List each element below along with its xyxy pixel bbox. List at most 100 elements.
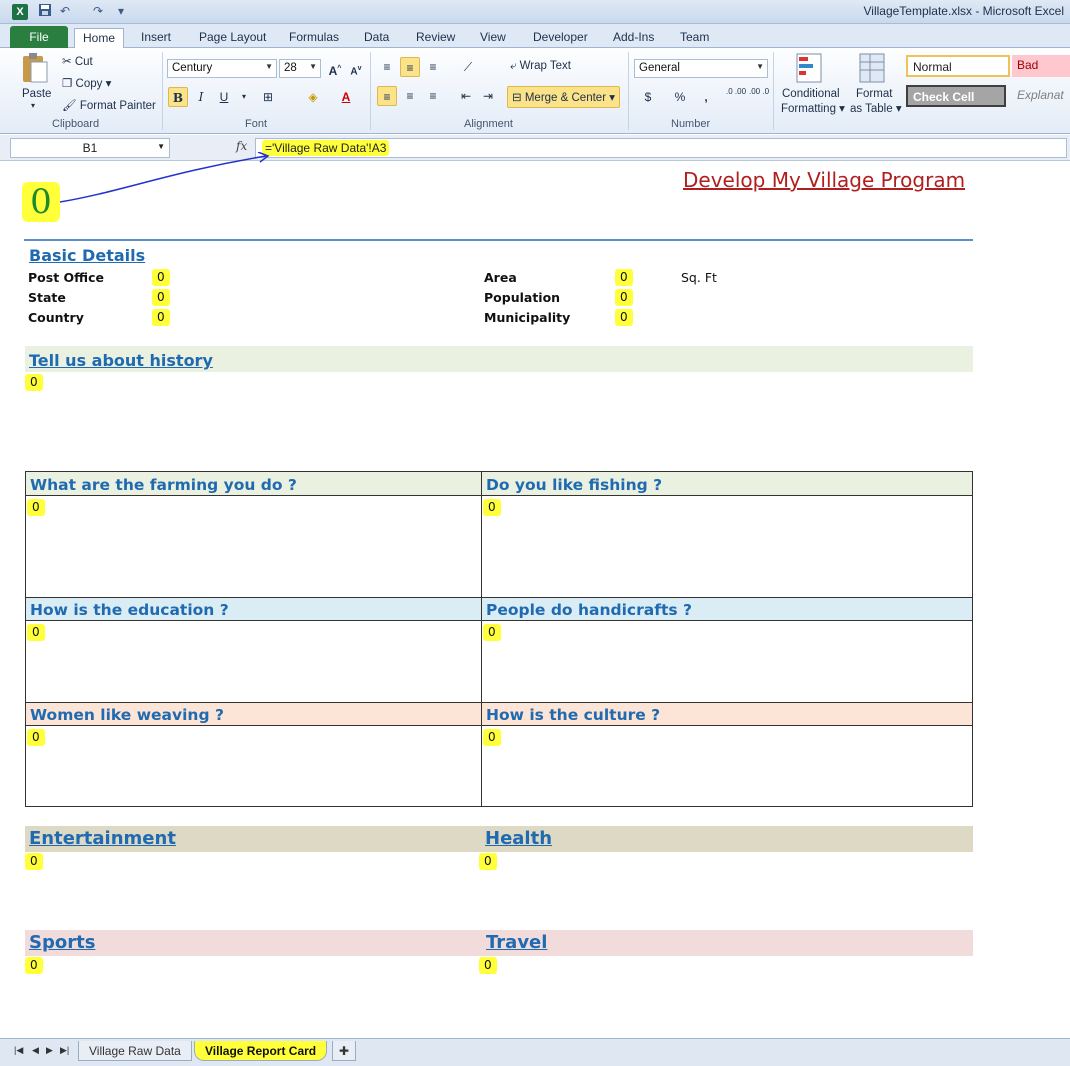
prev-sheet-icon[interactable]: ◀	[32, 1045, 39, 1056]
underline-button[interactable]: U	[214, 87, 234, 107]
population-label: Population	[484, 290, 561, 305]
tab-review[interactable]: Review	[408, 28, 463, 48]
last-sheet-icon[interactable]: ▶|	[60, 1045, 69, 1056]
post-office-value[interactable]: 0	[152, 269, 170, 286]
travel-value[interactable]: 0	[479, 957, 497, 974]
style-bad[interactable]: Bad	[1012, 55, 1070, 77]
align-center-icon[interactable]: ≡	[400, 86, 420, 106]
culture-value[interactable]: 0	[483, 729, 501, 746]
tab-home[interactable]: Home	[74, 28, 125, 49]
style-explanatory[interactable]: Explanat	[1012, 85, 1070, 107]
brush-icon: 🖌	[62, 100, 77, 112]
conditional-formatting-icon[interactable]	[795, 52, 825, 87]
comma-button[interactable]: ,	[696, 87, 716, 107]
tab-team[interactable]: Team	[672, 28, 717, 48]
population-value[interactable]: 0	[615, 289, 633, 306]
wrap-text-button[interactable]: ⤶ Wrap Text	[510, 60, 571, 73]
tab-developer[interactable]: Developer	[525, 28, 596, 48]
paste-label[interactable]: Paste	[22, 88, 51, 100]
align-bottom-icon[interactable]: ≡	[423, 57, 443, 77]
table-divider	[481, 471, 482, 807]
grow-font-icon[interactable]: A^	[325, 59, 345, 79]
save-icon[interactable]	[38, 3, 52, 20]
decrease-indent-icon[interactable]: ⇤	[456, 86, 476, 106]
increase-decimal-button[interactable]: .0 .00	[726, 87, 746, 107]
municipality-label: Municipality	[484, 310, 571, 325]
tab-data[interactable]: Data	[356, 28, 397, 48]
format-as-table-icon[interactable]	[858, 52, 888, 87]
format-label[interactable]: Format	[856, 88, 892, 100]
align-right-icon[interactable]: ≡	[423, 86, 443, 106]
borders-icon[interactable]: ⊞	[258, 87, 278, 107]
customize-toolbar-icon[interactable]: ▾	[118, 3, 124, 20]
format-as-table-label[interactable]: as Table ▾	[850, 101, 902, 115]
copy-button[interactable]: ❐ Copy ▾	[62, 76, 111, 90]
shrink-font-icon[interactable]: Av	[346, 59, 366, 79]
underline-dropdown-icon[interactable]: ▾	[234, 87, 254, 107]
currency-button[interactable]: $	[638, 87, 658, 107]
redo-icon[interactable]: ↷	[93, 3, 103, 20]
cell-b1-value[interactable]: 0	[22, 182, 60, 222]
merge-center-button[interactable]: ⊟ Merge & Center ▾	[507, 86, 620, 108]
tab-add-ins[interactable]: Add-Ins	[605, 28, 662, 48]
country-value[interactable]: 0	[152, 309, 170, 326]
entertainment-value[interactable]: 0	[25, 853, 43, 870]
merge-center-label: Merge & Center	[524, 92, 607, 104]
handicrafts-value[interactable]: 0	[483, 624, 501, 641]
tab-file[interactable]: File	[10, 26, 68, 48]
fill-color-icon[interactable]: ◈	[303, 87, 323, 107]
conditional-formatting-label[interactable]: Conditional	[782, 88, 840, 100]
italic-button[interactable]: I	[191, 87, 211, 107]
style-normal[interactable]: Normal	[906, 55, 1010, 77]
scissors-icon: ✂	[62, 56, 72, 68]
font-color-icon[interactable]: A	[336, 87, 356, 107]
weaving-value[interactable]: 0	[27, 729, 45, 746]
font-name-select[interactable]: Century ▼	[167, 59, 277, 78]
first-sheet-icon[interactable]: |◀	[14, 1045, 23, 1056]
history-value[interactable]: 0	[25, 374, 43, 391]
tab-insert[interactable]: Insert	[133, 28, 179, 48]
number-format-select[interactable]: General ▼	[634, 59, 768, 78]
align-top-icon[interactable]: ≡	[377, 57, 397, 77]
cut-button[interactable]: ✂ Cut	[62, 54, 93, 68]
insert-function-icon[interactable]: fx	[236, 139, 247, 153]
report-title: Develop My Village Program	[683, 168, 966, 192]
copy-icon: ❐	[62, 78, 73, 90]
municipality-value[interactable]: 0	[615, 309, 633, 326]
paste-button[interactable]	[20, 52, 50, 87]
education-value[interactable]: 0	[27, 624, 45, 641]
travel-heading: Travel	[486, 932, 548, 953]
decrease-decimal-button[interactable]: .00 .0	[749, 87, 769, 107]
farming-value[interactable]: 0	[27, 499, 45, 516]
worksheet[interactable]: 0 Develop My Village Program Basic Detai…	[0, 152, 1070, 1038]
paste-dropdown-icon[interactable]: ▾	[31, 101, 35, 110]
tab-formulas[interactable]: Formulas	[281, 28, 347, 48]
health-value[interactable]: 0	[479, 853, 497, 870]
format-painter-button[interactable]: 🖌 Format Painter	[62, 98, 156, 112]
insert-sheet-icon[interactable]: ✚	[332, 1041, 357, 1061]
state-value[interactable]: 0	[152, 289, 170, 306]
area-value[interactable]: 0	[615, 269, 633, 286]
increase-indent-icon[interactable]: ⇥	[478, 86, 498, 106]
align-middle-icon[interactable]: ≡	[400, 57, 420, 77]
excel-app-icon[interactable]: X	[12, 4, 28, 20]
group-separator	[162, 52, 163, 130]
percent-button[interactable]: %	[670, 87, 690, 107]
format-painter-label: Format Painter	[79, 100, 156, 112]
chevron-down-icon: ▼	[157, 142, 165, 151]
undo-icon[interactable]: ↶	[60, 3, 70, 20]
fishing-value[interactable]: 0	[483, 499, 501, 516]
tab-view[interactable]: View	[472, 28, 514, 48]
sheet-tab-village-report-card[interactable]: Village Report Card	[194, 1041, 328, 1061]
formula-input[interactable]: ='Village Raw Data'!A3	[255, 138, 1067, 158]
bold-button[interactable]: B	[168, 87, 188, 107]
next-sheet-icon[interactable]: ▶	[46, 1045, 53, 1056]
conditional-formatting-label-2[interactable]: Formatting ▾	[781, 101, 845, 115]
sports-value[interactable]: 0	[25, 957, 43, 974]
style-check-cell[interactable]: Check Cell	[906, 85, 1006, 107]
align-left-icon[interactable]: ≡	[377, 86, 397, 106]
orientation-icon[interactable]: ⟋	[458, 57, 478, 77]
tab-page-layout[interactable]: Page Layout	[191, 28, 274, 48]
sheet-tab-village-raw-data[interactable]: Village Raw Data	[78, 1041, 192, 1061]
font-size-select[interactable]: 28 ▼	[279, 59, 321, 78]
